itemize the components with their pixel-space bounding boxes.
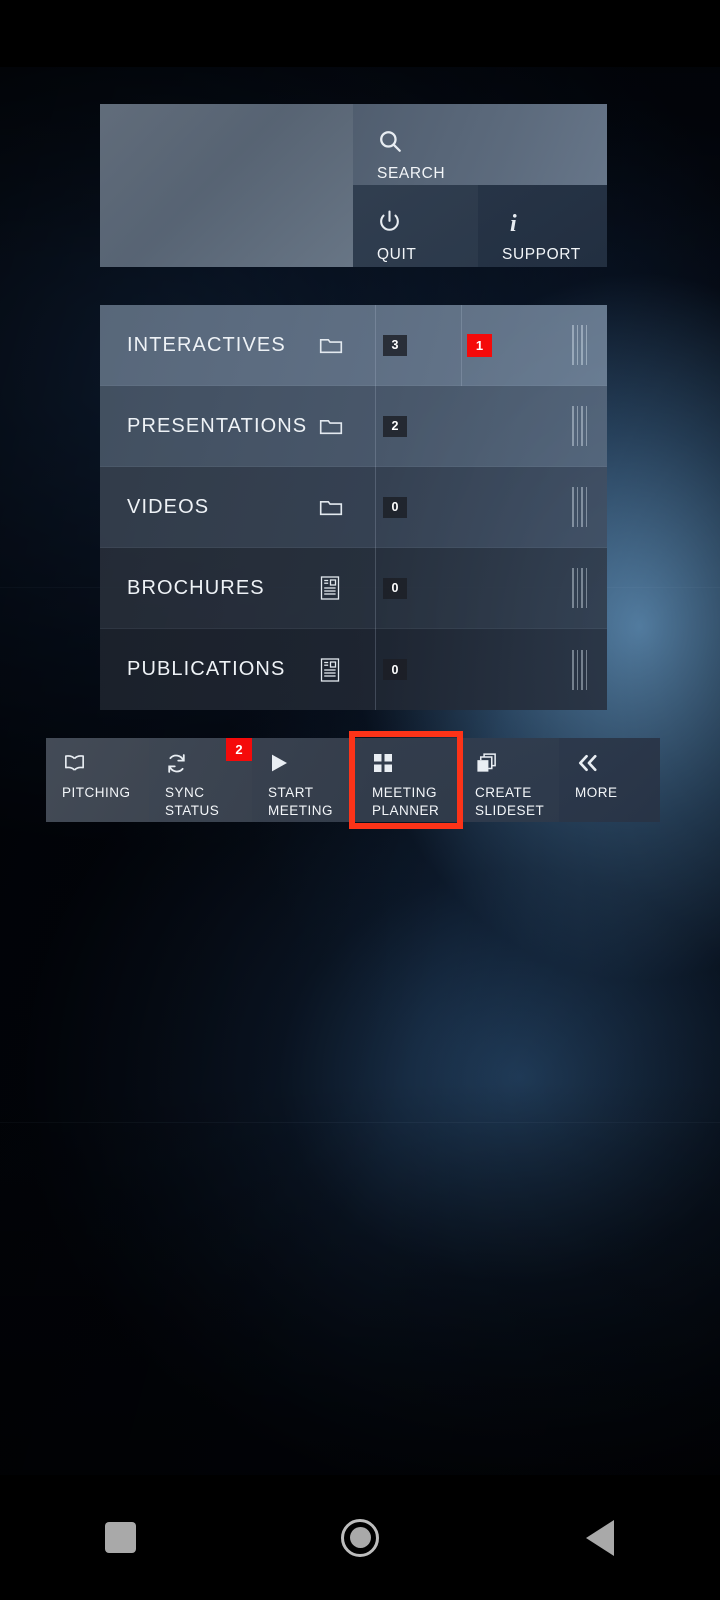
more-button[interactable]: MORE: [559, 738, 660, 822]
support-button[interactable]: i SUPPORT: [478, 185, 607, 267]
grid-icon: [372, 752, 459, 776]
chevron-double-left-icon: [575, 752, 660, 776]
home-button[interactable]: [300, 1475, 420, 1600]
panel-blank-tile[interactable]: [100, 104, 353, 267]
sync-badge: 2: [226, 738, 252, 761]
item-count-badge: 3: [383, 334, 407, 356]
create-slideset-label: CREATE SLIDESET: [475, 785, 545, 818]
folder-icon: [318, 332, 344, 358]
more-label: MORE: [575, 785, 618, 800]
list-item[interactable]: BROCHURES 0: [100, 548, 607, 629]
book-icon: [62, 752, 149, 776]
list-item[interactable]: VIDEOS 0: [100, 467, 607, 548]
android-navigation-bar: [0, 1475, 720, 1600]
create-slideset-button[interactable]: CREATE SLIDESET: [459, 738, 559, 822]
status-bar: [0, 0, 720, 67]
svg-text:i: i: [510, 211, 517, 235]
list-item-label: PRESENTATIONS: [127, 414, 308, 437]
play-icon: [268, 752, 356, 776]
drag-handle[interactable]: [572, 649, 587, 690]
back-triangle-icon: [586, 1519, 614, 1556]
row-divider: [375, 629, 376, 710]
document-icon: [318, 575, 344, 601]
row-divider: [375, 305, 376, 386]
content-category-list: INTERACTIVES 3 1 PRESENTATIONS 2 VIDEOS …: [100, 305, 607, 711]
list-item-label: PUBLICATIONS: [127, 658, 286, 680]
meeting-planner-label: MEETING PLANNER: [372, 785, 440, 818]
drag-handle[interactable]: [572, 568, 587, 608]
item-count-badge: 0: [383, 496, 407, 518]
sync-status-label: SYNC STATUS: [165, 785, 220, 818]
sync-status-button[interactable]: 2 SYNC STATUS: [149, 738, 252, 822]
row-divider: [461, 305, 462, 386]
pitching-label: PITCHING: [62, 785, 131, 800]
top-action-panel: SEARCH QUIT i SUPPORT: [100, 104, 607, 267]
search-button[interactable]: SEARCH: [353, 104, 607, 185]
folder-icon: [318, 494, 344, 520]
start-meeting-label: START MEETING: [268, 785, 334, 818]
back-button[interactable]: [540, 1475, 660, 1600]
power-icon: [377, 209, 478, 239]
list-item[interactable]: PRESENTATIONS 2: [100, 386, 607, 467]
info-icon: i: [502, 209, 607, 239]
row-divider: [375, 548, 376, 629]
list-item-label: VIDEOS: [127, 495, 210, 518]
home-circle-icon: [341, 1518, 379, 1557]
item-alert-badge: 1: [467, 333, 492, 357]
meeting-planner-button[interactable]: MEETING PLANNER: [356, 738, 459, 822]
support-label: SUPPORT: [502, 246, 581, 263]
recents-button[interactable]: [60, 1475, 180, 1600]
start-meeting-button[interactable]: START MEETING: [252, 738, 356, 822]
pitching-button[interactable]: PITCHING: [46, 738, 149, 822]
quit-button[interactable]: QUIT: [353, 185, 478, 267]
wallpaper-seam: [0, 1122, 720, 1123]
list-item[interactable]: INTERACTIVES 3 1: [100, 305, 607, 386]
drag-handle[interactable]: [572, 487, 587, 527]
search-label: SEARCH: [377, 165, 446, 182]
list-item[interactable]: PUBLICATIONS 0: [100, 629, 607, 710]
quit-label: QUIT: [377, 246, 417, 263]
drag-handle[interactable]: [572, 406, 587, 446]
app-screen: SEARCH QUIT i SUPPORT INTERACTIVES 3 1 P…: [0, 0, 720, 1600]
list-item-label: BROCHURES: [127, 576, 265, 599]
row-divider: [375, 467, 376, 548]
recents-square-icon: [104, 1522, 136, 1553]
item-count-badge: 0: [383, 577, 407, 599]
bottom-toolbar: PITCHING 2 SYNC STATUS START MEETING MEE…: [46, 738, 660, 822]
search-icon: [377, 128, 607, 158]
drag-handle[interactable]: [572, 325, 587, 365]
document-icon: [318, 657, 344, 683]
layers-icon: [475, 752, 559, 776]
row-divider: [375, 386, 376, 467]
item-count-badge: 2: [383, 415, 407, 437]
list-item-label: INTERACTIVES: [127, 333, 286, 356]
item-count-badge: 0: [383, 659, 407, 680]
folder-icon: [318, 413, 344, 439]
